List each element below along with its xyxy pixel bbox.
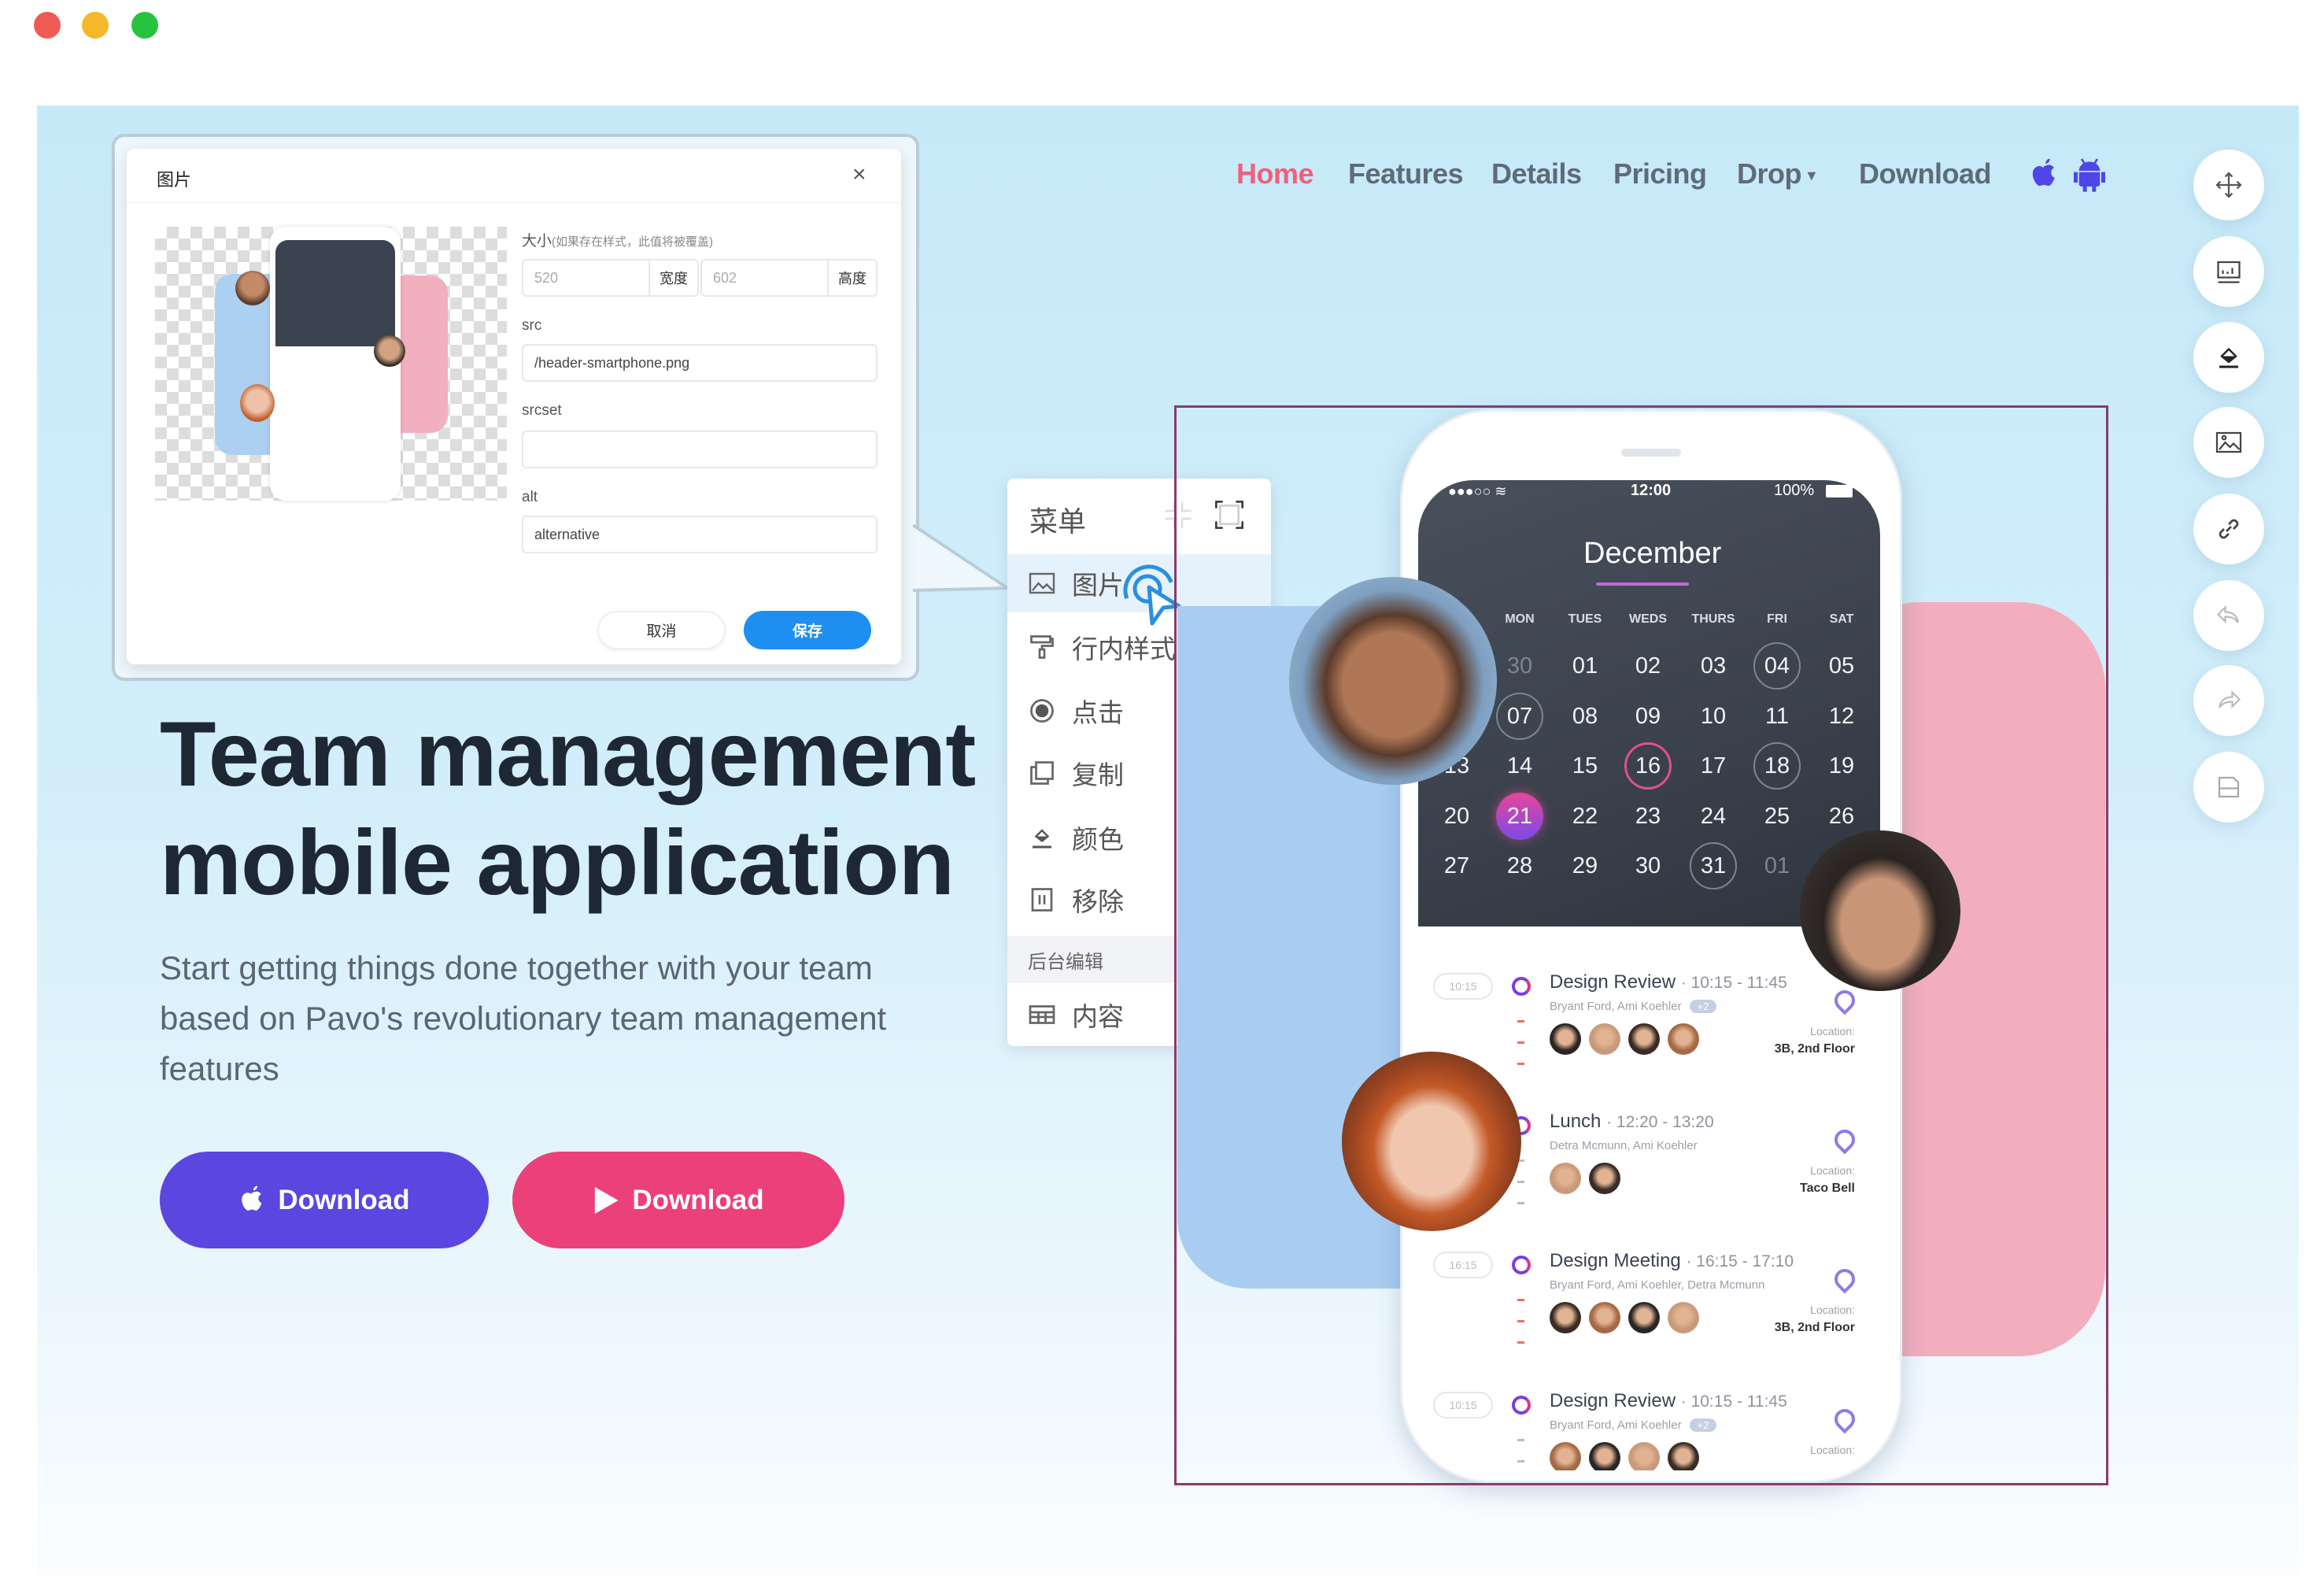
download-ios-label: Download — [278, 1184, 410, 1215]
nav-drop-label: Drop — [1737, 157, 1802, 190]
save-button[interactable] — [2193, 752, 2264, 823]
nav-download[interactable]: Download — [1859, 157, 1991, 190]
nav-details[interactable]: Details — [1491, 157, 1582, 190]
dialog-pointer — [913, 523, 1011, 592]
window-minimize-button[interactable] — [82, 12, 109, 39]
download-ios-button[interactable]: Download — [160, 1152, 489, 1248]
size-label: 大小(如果存在样式，此值将被覆盖) — [522, 229, 713, 250]
dialog-title: 图片 — [157, 170, 192, 190]
hero-title-line2: mobile application — [160, 811, 955, 914]
fill-color-icon — [2219, 347, 2238, 368]
nav-drop[interactable]: Drop ▼ — [1737, 157, 1819, 190]
copy-icon — [1030, 761, 1054, 785]
radio-icon — [1030, 699, 1054, 723]
caret-down-icon: ▼ — [1805, 167, 1819, 183]
link-icon — [2219, 519, 2239, 539]
download-android-button[interactable]: Download — [512, 1152, 844, 1248]
table-icon — [1029, 1005, 1055, 1024]
menu-section-label: 后台编辑 — [1028, 951, 1103, 973]
menu-title: 菜单 — [1029, 505, 1087, 538]
size-label-text: 大小 — [522, 233, 552, 250]
redo-button[interactable] — [2193, 665, 2264, 736]
apple-icon — [242, 1185, 262, 1211]
nav-pricing[interactable]: Pricing — [1613, 157, 1707, 190]
undo-button[interactable] — [2193, 580, 2264, 651]
chart-button[interactable] — [2193, 236, 2264, 307]
menu-item-label: 行内样式 — [1072, 634, 1176, 664]
link-button[interactable] — [2193, 494, 2264, 564]
width-value: 520 — [534, 269, 559, 286]
width-input[interactable]: 520 宽度 — [522, 259, 699, 297]
size-hint: (如果存在样式，此值将被覆盖) — [552, 235, 714, 249]
trash-icon — [1031, 888, 1053, 912]
menu-item-label: 移除 — [1072, 887, 1124, 916]
menu-item-label: 图片 — [1072, 571, 1124, 600]
image-dialog: 图片 × 大小(如果存在样式，此值将被覆盖) 520 宽度 602 高度 src /… — [127, 149, 901, 664]
save-icon — [2218, 776, 2240, 798]
dialog-save-button[interactable]: 保存 — [744, 611, 871, 649]
close-icon[interactable]: × — [852, 161, 866, 188]
paint-roller-icon — [1030, 635, 1054, 659]
cancel-button[interactable]: 取消 — [597, 611, 726, 649]
menu-item-label: 复制 — [1072, 760, 1124, 790]
dialog-divider — [127, 202, 901, 203]
fill-color-icon — [1033, 829, 1051, 849]
window-maximize-button[interactable] — [131, 12, 158, 39]
hero-title-line1: Team management — [160, 702, 976, 805]
image-icon — [2215, 431, 2242, 453]
redo-icon — [2218, 690, 2241, 709]
image-icon — [1029, 572, 1055, 594]
android-icon[interactable] — [2074, 156, 2105, 194]
srcset-input[interactable] — [522, 431, 878, 468]
download-android-label: Download — [632, 1184, 764, 1215]
height-unit: 高度 — [827, 261, 876, 295]
menu-item-label: 内容 — [1072, 1002, 1124, 1031]
height-value: 602 — [713, 269, 737, 286]
menu-item-label: 点击 — [1072, 698, 1124, 727]
selection-frame[interactable] — [1174, 405, 2108, 1485]
src-input[interactable]: /header-smartphone.png — [522, 344, 878, 382]
alt-label: alt — [522, 489, 538, 505]
width-unit: 宽度 — [648, 261, 697, 295]
nav-home[interactable]: Home — [1236, 157, 1314, 190]
image-button[interactable] — [2193, 407, 2264, 478]
alt-input[interactable]: alternative — [522, 516, 878, 553]
window-close-button[interactable] — [34, 12, 61, 39]
move-icon — [2215, 172, 2242, 198]
apple-icon[interactable] — [2029, 157, 2059, 192]
play-icon — [595, 1186, 619, 1214]
image-preview — [155, 227, 507, 501]
nav-features[interactable]: Features — [1348, 157, 1464, 190]
srcset-label: srcset — [522, 402, 562, 419]
hero-subtitle: Start getting things done together with … — [160, 949, 887, 1087]
src-label: src — [522, 317, 542, 334]
undo-icon — [2216, 605, 2240, 624]
height-input[interactable]: 602 高度 — [700, 259, 878, 297]
chart-icon — [2217, 261, 2241, 283]
fill-color-button[interactable] — [2193, 322, 2264, 393]
menu-item-label: 颜色 — [1072, 825, 1124, 854]
move-button[interactable] — [2193, 150, 2264, 220]
